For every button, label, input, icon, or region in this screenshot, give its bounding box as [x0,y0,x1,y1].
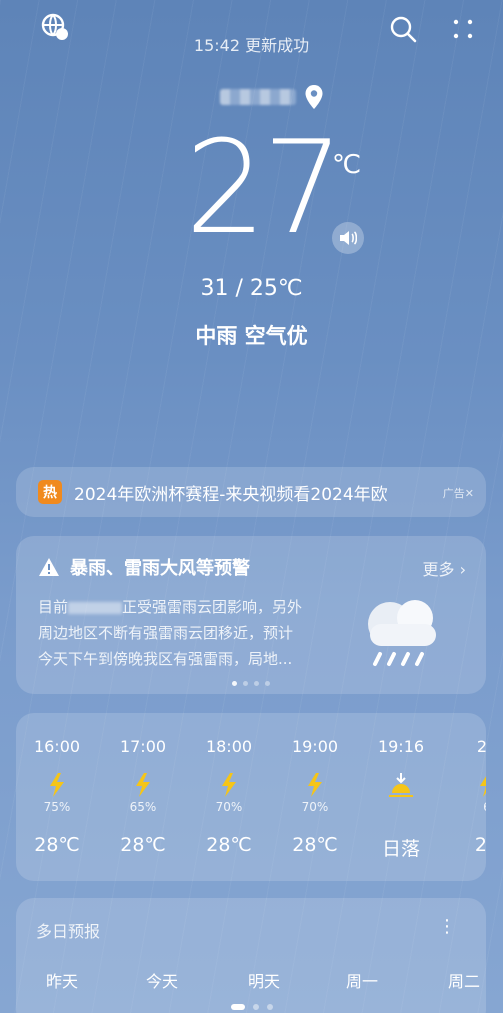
hour-temperature: 28 [474,834,486,856]
hour-temperature: 28℃ [34,834,80,856]
hour-rain-chance: 70% [215,800,243,814]
weather-condition: 中雨 空气优 [195,324,308,348]
hour-rain-chance: 70% [301,800,329,814]
hour-temperature: 日落 [381,838,420,860]
thunder-icon [136,773,150,797]
location-name-blurred [220,89,296,105]
forecast-title: 多日预报 [36,922,101,941]
page-indicator [0,1004,503,1010]
forecast-day[interactable]: 明天 [248,968,280,992]
page-dot [252,1004,259,1010]
search-icon[interactable] [388,14,418,44]
page-dot [266,1004,273,1010]
hour-temperature: 28℃ [206,834,252,856]
warning-line: 今天下午到傍晚我区有强雷雨，局地... [38,650,293,668]
warning-title: 暴雨、雷雨大风等预警 [70,558,250,579]
hour-time: 19:00 [291,737,339,756]
warning-more-link[interactable]: 更多 › [423,556,467,580]
speaker-icon [340,231,357,245]
warning-line: 正受强雷雨云团影响，另外 [122,598,303,616]
hour-temperature: 28℃ [292,834,338,856]
ad-close-tag[interactable]: 广告✕ [443,485,474,501]
hour-time: 17:00 [119,737,167,756]
temperature-range: 31 / 25℃ [200,276,303,301]
ad-banner[interactable]: 热 2024年欧洲杯赛程-来央视频看2024年欧 广告✕ [16,467,486,517]
pager-dot [265,681,270,686]
warning-header: 暴雨、雷雨大风等预警 [38,554,250,580]
warning-card[interactable]: 暴雨、雷雨大风等预警 更多 › 目前 正受强雷雨云团影响，另外 周边地区不断有强雷… [16,536,486,694]
sunset-icon [389,773,413,797]
update-status: 15:42 更新成功 [193,36,310,55]
hour-temperature: 28℃ [120,834,166,856]
hour-rain-chance: 75% [43,800,71,814]
warning-text: 目前 正受强雷雨云团影响，另外 周边地区不断有强雷雨云团移近，预计 今天下午到傍晚… [38,594,338,672]
current-temperature: 27 [185,114,344,263]
warning-icon [39,558,59,576]
forecast-day[interactable]: 昨天 [46,968,78,992]
top-bar: 15:42 更新成功 [0,0,503,80]
hour-time: 16:00 [33,737,81,756]
more-options-icon[interactable] [448,14,478,44]
forecast-day[interactable]: 今天 [146,968,178,992]
forecast-day[interactable]: 周一 [346,968,378,992]
hour-rain-chance: 6 [452,800,486,814]
hourly-forecast[interactable]: 16:00 75% 28℃ 17:00 65% 28℃ 18:00 70% 28℃ 19:00 70… [16,713,486,881]
location-pin-icon [305,85,323,109]
page-dot [230,1004,245,1010]
hour-time: 18:00 [205,737,253,756]
thunder-icon [480,776,486,797]
voice-broadcast-button[interactable] [332,222,364,254]
thunderstorm-cloud-icon [368,600,436,666]
hot-badge: 热 [38,480,62,504]
thunder-icon [50,773,64,797]
ad-text: 2024年欧洲杯赛程-来央视频看2024年欧 [74,484,388,505]
forecast-day[interactable]: 周二 [448,968,480,992]
pager-dot [232,681,237,686]
thunder-icon [308,773,322,797]
thunder-icon [222,773,236,797]
warning-pager [16,681,486,686]
location[interactable] [220,84,324,110]
warning-line: 目前 [38,598,69,616]
hour-rain-chance: 65% [129,800,157,814]
pager-dot [243,681,248,686]
hour-time: 19:16 [377,737,425,756]
warning-line: 周边地区不断有强雷雨云团移近，预计 [38,624,294,642]
pager-dot [254,681,259,686]
hour-time: 20 [476,737,486,756]
region-blurred [68,601,123,614]
temperature-unit: ℃ [332,150,362,180]
forecast-menu-icon[interactable]: ⋮ [438,916,456,937]
multi-day-forecast[interactable]: 多日预报 ⋮ 昨天 今天 明天 周一 周二 [16,898,486,1013]
